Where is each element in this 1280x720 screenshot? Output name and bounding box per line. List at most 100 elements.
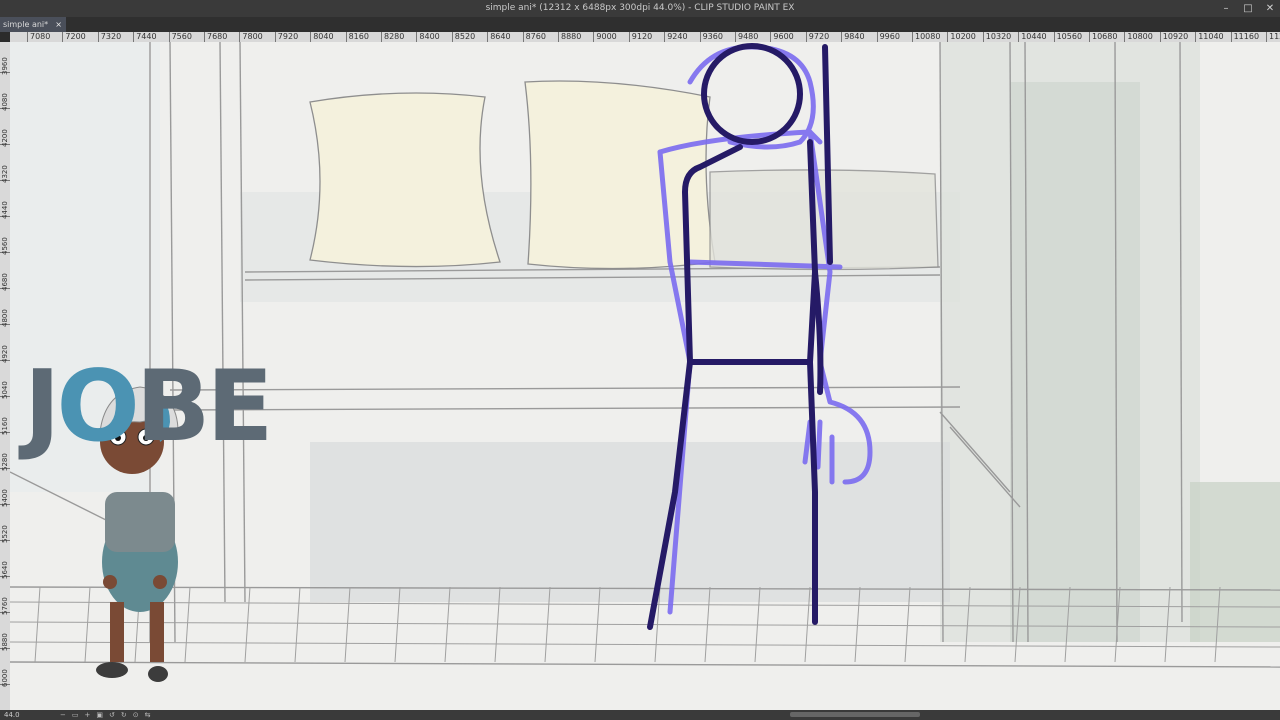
ruler-tick: 4200 [0, 129, 10, 147]
ruler-tick-label: 7080 [27, 32, 50, 42]
minus-icon[interactable]: − [60, 710, 66, 720]
drawing-canvas[interactable]: JOBE [10, 42, 1280, 710]
tab-close-icon[interactable]: × [55, 17, 62, 32]
ruler-tick: 3960 [0, 57, 10, 75]
ruler-tick-label: 9240 [664, 32, 688, 42]
ruler-tick-label: 9840 [841, 32, 865, 42]
ruler-tick-label: 10920 [1159, 32, 1188, 42]
ruler-tick-label: 7680 [204, 32, 227, 42]
ruler-tick: 5160 [0, 417, 10, 435]
ruler-tick-label: 10800 [1124, 32, 1153, 42]
rotate-left-icon[interactable]: ↺ [109, 710, 115, 720]
ruler-tick-label: 8760 [522, 32, 546, 42]
ruler-tick-label: 8880 [558, 32, 581, 42]
plant-wash [1190, 482, 1280, 642]
ruler-tick-label: 9360 [699, 32, 723, 42]
ruler-tick: 4560 [0, 237, 10, 255]
ruler-tick-label: 5400 [1, 489, 9, 507]
ruler-tick-label: 4920 [1, 345, 9, 363]
ruler-tick-label: 4440 [1, 201, 9, 219]
ruler-tick-label: 5640 [1, 561, 9, 579]
ruler-tick-label: 7920 [274, 32, 298, 42]
ruler-tick-label: 11040 [1195, 32, 1224, 42]
door-shadow [1010, 82, 1140, 642]
zoom-level[interactable]: 44.0 [4, 710, 20, 720]
ruler-tick-label: 7320 [97, 32, 121, 42]
character-name-title: JOBE [24, 358, 273, 456]
character-shirt [105, 492, 175, 552]
rotate-right-icon[interactable]: ↻ [121, 710, 127, 720]
tab-simple-ani[interactable]: simple ani* × [0, 17, 66, 32]
ruler-tick-label: 3960 [1, 57, 9, 75]
reset-icon[interactable]: ⊙ [133, 710, 139, 720]
tab-label: simple ani* [3, 20, 49, 29]
ruler-tick-label: 7200 [62, 32, 86, 42]
close-icon[interactable]: ✕ [1264, 0, 1276, 17]
window-title: simple ani* (12312 x 6488px 300dpi 44.0%… [485, 3, 795, 13]
ruler-tick: 5400 [0, 489, 10, 507]
horizontal-scrollbar[interactable] [790, 712, 920, 717]
ruler-tick-label: 10080 [912, 32, 940, 42]
ruler-tick-label: 8520 [451, 32, 475, 42]
ruler-tick-label: 10440 [1018, 32, 1047, 42]
ruler-tick-label: 4680 [1, 273, 9, 291]
minimize-icon[interactable]: – [1220, 0, 1232, 17]
ruler-tick: 5760 [0, 597, 10, 615]
ruler-tick-label: 4080 [1, 93, 9, 111]
ruler-tick-label: 8400 [416, 32, 440, 42]
ruler-tick-label: 5280 [1, 453, 9, 471]
ruler-tick-label: 7440 [133, 32, 157, 42]
window-controls: – □ ✕ [1220, 0, 1276, 17]
ruler-tick-label: 6000 [1, 669, 9, 687]
ruler-tick-label: 10320 [982, 32, 1011, 42]
ruler-tick-label: 10200 [947, 32, 976, 42]
document-tab-bar: simple ani* × [0, 17, 1280, 32]
ruler-tick-label: 9600 [770, 32, 794, 42]
ruler-tick-label: 11160 [1230, 32, 1259, 42]
ruler-tick: 4680 [0, 273, 10, 291]
flip-icon[interactable]: ⇆ [145, 710, 151, 720]
title-letter-j: J [24, 350, 61, 464]
ruler-tick-label: 4320 [1, 165, 9, 183]
ruler-tick: 5640 [0, 561, 10, 579]
ruler-tick-label: 9000 [593, 32, 617, 42]
ruler-tick: 4440 [0, 201, 10, 219]
ruler-tick: 4800 [0, 309, 10, 327]
ruler-tick-label: 5160 [1, 417, 9, 435]
ruler-tick: 4920 [0, 345, 10, 363]
ruler-tick: 4080 [0, 93, 10, 111]
title-bar: simple ani* (12312 x 6488px 300dpi 44.0%… [0, 0, 1280, 17]
ruler-tick-label: 9960 [876, 32, 900, 42]
ruler-tick-label: 9120 [628, 32, 652, 42]
ruler-tick-label: 10680 [1089, 32, 1117, 42]
ruler-tick-label: 5760 [1, 597, 9, 615]
ruler-tick: 5280 [0, 453, 10, 471]
ruler-tick-label: 4200 [1, 129, 9, 147]
ruler-tick-label: 10560 [1053, 32, 1082, 42]
ruler-tick-label: 4560 [1, 237, 9, 255]
ruler-tick-label: 4800 [1, 309, 9, 327]
title-letters-be: BE [135, 350, 274, 464]
ruler-tick-label: 8280 [381, 32, 404, 42]
ruler-tick-label: 8040 [310, 32, 334, 42]
ruler-tick-label: 7560 [168, 32, 192, 42]
ruler-tick-label: 5520 [1, 525, 9, 543]
ruler-tick-label: 7800 [239, 32, 263, 42]
ruler-tick-label: 9480 [735, 32, 758, 42]
slider-icon[interactable]: ▭ [72, 710, 79, 720]
ruler-tick: 4320 [0, 165, 10, 183]
ruler-tick-label: 11280 [1266, 32, 1280, 42]
maximize-icon[interactable]: □ [1242, 0, 1254, 17]
ruler-tick: 6000 [0, 669, 10, 687]
plus-icon[interactable]: + [85, 710, 91, 720]
title-letter-o: O [56, 350, 139, 464]
ruler-tick: 5880 [0, 633, 10, 651]
bench-shadow [310, 442, 950, 602]
ruler-tick-label: 8160 [345, 32, 369, 42]
fit-icon[interactable]: ▣ [96, 710, 103, 720]
ruler-tick-label: 5880 [1, 633, 9, 651]
navigator-controls: − ▭ + ▣ ↺ ↻ ⊙ ⇆ [60, 710, 151, 720]
ruler-tick: 5040 [0, 381, 10, 399]
ruler-tick: 5520 [0, 525, 10, 543]
ruler-tick-label: 8640 [487, 32, 511, 42]
